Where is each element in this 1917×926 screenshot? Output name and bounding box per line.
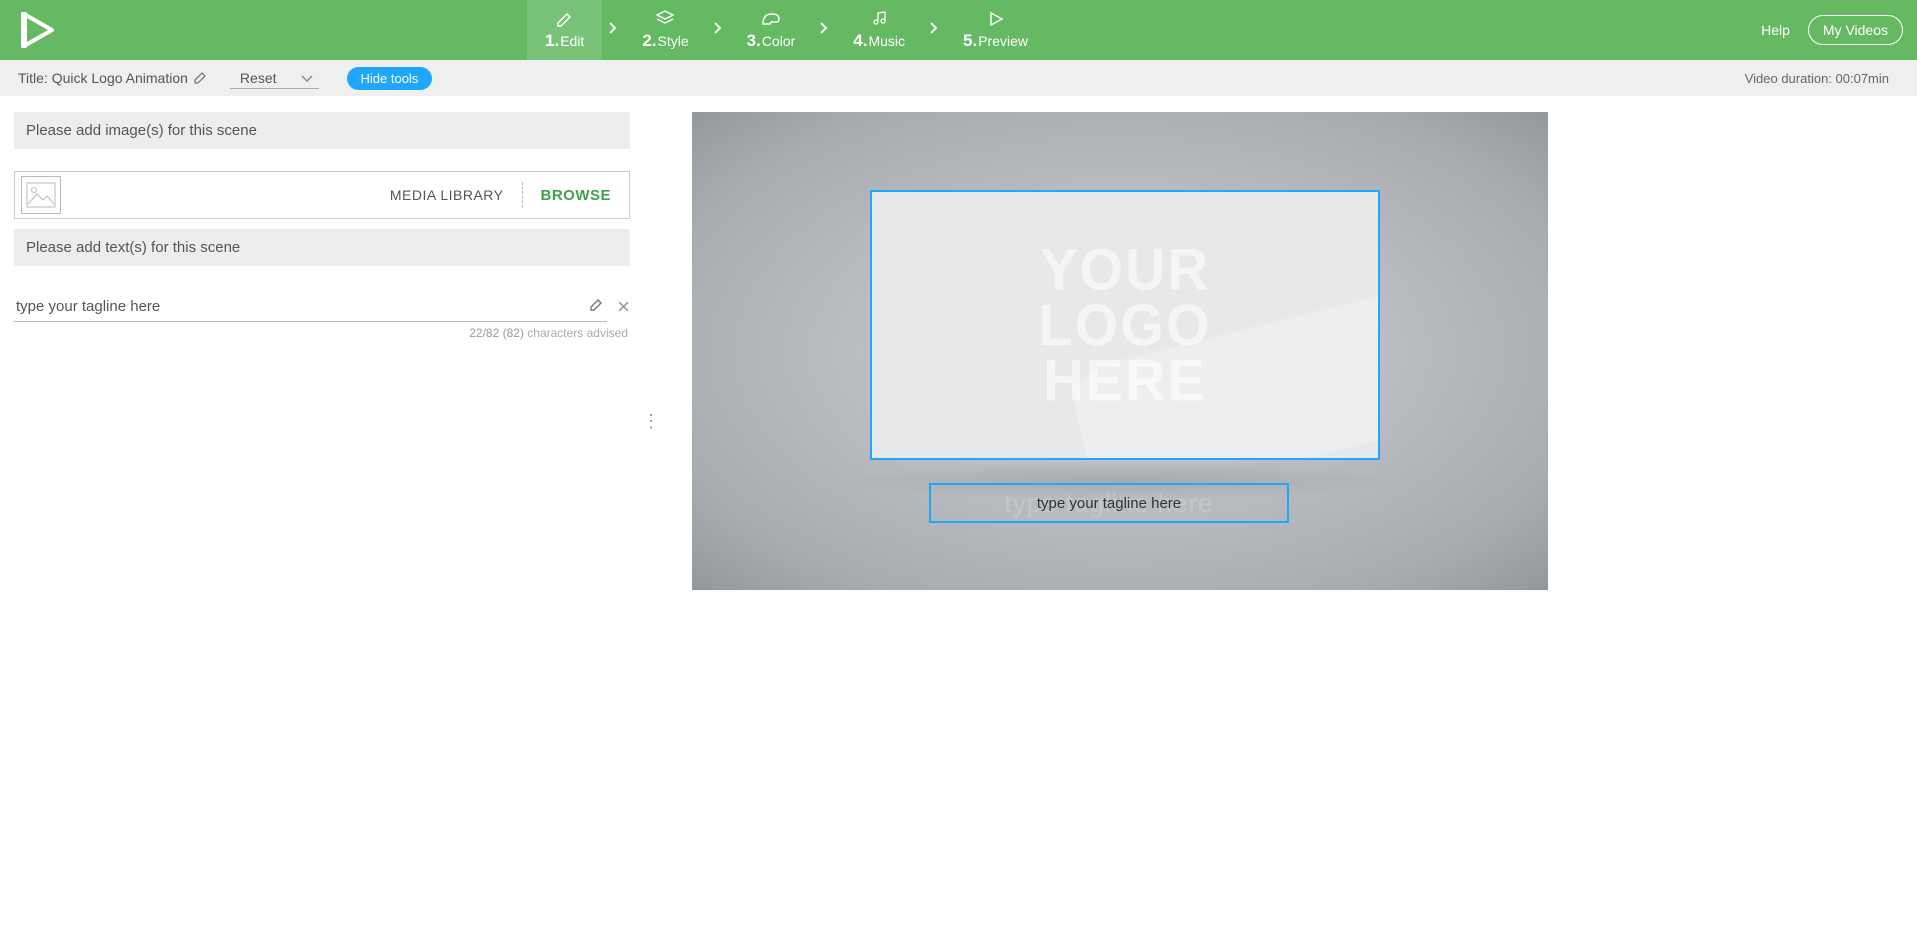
reset-label: Reset	[240, 70, 277, 86]
palette-icon	[761, 9, 781, 29]
media-library-button[interactable]: MEDIA LIBRARY	[390, 187, 504, 203]
more-options-icon[interactable]: ⋮	[642, 418, 660, 424]
reset-dropdown[interactable]: Reset	[230, 68, 319, 89]
tagline-overlay-text: type your tagline here	[1037, 495, 1181, 512]
char-counter: 22/82 (82) characters advised	[14, 326, 630, 340]
step-5-num: 5.	[963, 31, 977, 51]
step-color[interactable]: 3.Color	[729, 0, 814, 60]
pencil-icon	[556, 9, 574, 29]
logo-frame[interactable]: YOUR LOGO HERE	[870, 190, 1380, 460]
step-1-num: 1.	[545, 31, 559, 51]
wizard-steps: 1.Edit 2.Style 3.Color 4.Music	[527, 0, 1046, 60]
step-2-label: Style	[658, 33, 689, 49]
step-preview[interactable]: 5.Preview	[945, 0, 1046, 60]
main-area: Please add image(s) for this scene MEDIA…	[0, 96, 1917, 590]
image-placeholder-icon[interactable]	[21, 176, 61, 214]
my-videos-button[interactable]: My Videos	[1808, 15, 1903, 45]
chevron-right-icon	[602, 21, 624, 40]
step-4-num: 4.	[853, 31, 867, 51]
app-logo	[18, 12, 58, 48]
subheader-bar: Title: Quick Logo Animation Reset Hide t…	[0, 60, 1917, 96]
hide-tools-button[interactable]: Hide tools	[347, 67, 433, 90]
title-value: Quick Logo Animation	[52, 70, 188, 86]
step-edit[interactable]: 1.Edit	[527, 0, 602, 60]
step-1-label: Edit	[560, 33, 584, 49]
add-texts-header: Please add text(s) for this scene	[14, 229, 630, 266]
tagline-row: ×	[14, 292, 630, 322]
tagline-frame[interactable]: type tagline here type your tagline here	[929, 483, 1289, 523]
video-preview: YOUR LOGO HERE type tagline here type yo…	[692, 112, 1548, 590]
step-music[interactable]: 4.Music	[835, 0, 923, 60]
chevron-right-icon	[707, 21, 729, 40]
tagline-field	[14, 292, 607, 322]
help-link[interactable]: Help	[1761, 22, 1790, 38]
add-images-header: Please add image(s) for this scene	[14, 112, 630, 149]
title-prefix: Title:	[18, 70, 52, 86]
divider	[522, 182, 523, 208]
step-3-label: Color	[762, 33, 795, 49]
header-right: Help My Videos	[1761, 15, 1903, 45]
tagline-input[interactable]	[16, 298, 581, 315]
play-icon	[988, 9, 1004, 29]
chevron-right-icon	[813, 21, 835, 40]
clear-tagline-button[interactable]: ×	[617, 296, 630, 318]
logo-line-1: YOUR	[1039, 241, 1212, 297]
chevron-right-icon	[923, 21, 945, 40]
edit-title-pencil-icon[interactable]	[194, 70, 208, 87]
browse-button[interactable]: BROWSE	[541, 187, 620, 204]
edit-tagline-pencil-icon[interactable]	[589, 296, 605, 317]
step-4-label: Music	[868, 33, 905, 49]
app-header: 1.Edit 2.Style 3.Color 4.Music	[0, 0, 1917, 60]
char-count-label: characters advised	[524, 326, 628, 340]
char-count-nums: 22/82 (82)	[469, 326, 524, 340]
music-icon	[870, 9, 888, 29]
step-5-label: Preview	[978, 33, 1028, 49]
video-duration: Video duration: 00:07min	[1745, 71, 1889, 86]
step-3-num: 3.	[747, 31, 761, 51]
editor-panel: Please add image(s) for this scene MEDIA…	[14, 112, 630, 340]
step-style[interactable]: 2.Style	[624, 0, 706, 60]
step-2-num: 2.	[642, 31, 656, 51]
chevron-down-icon	[301, 70, 313, 86]
project-title: Title: Quick Logo Animation	[18, 70, 208, 87]
layers-icon	[655, 9, 675, 29]
image-upload-row: MEDIA LIBRARY BROWSE	[14, 171, 630, 219]
